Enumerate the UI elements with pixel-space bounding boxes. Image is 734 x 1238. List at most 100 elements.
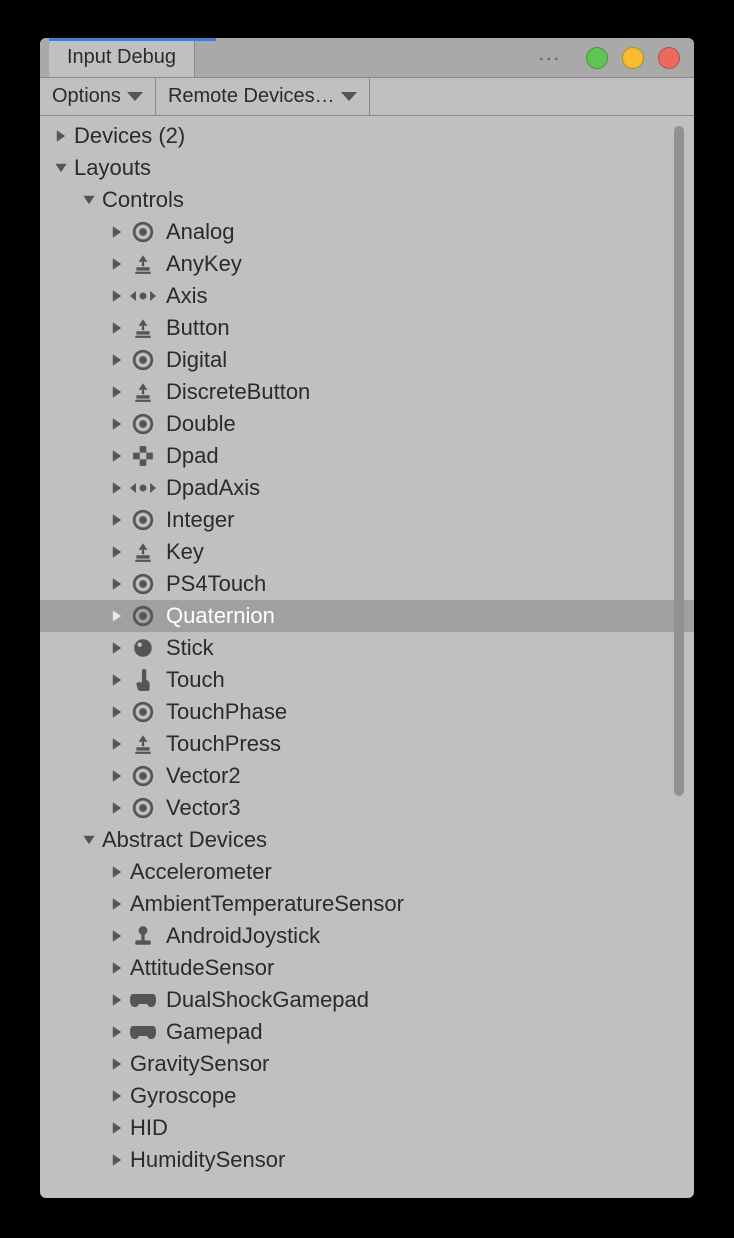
tree-item-label: Layouts	[74, 155, 151, 181]
tree-item[interactable]: GravitySensor	[40, 1048, 694, 1080]
tree-item-label: Gyroscope	[130, 1083, 236, 1109]
collapsed-arrow-icon[interactable]	[110, 801, 124, 815]
tree-item-label: TouchPhase	[166, 699, 287, 725]
kebab-menu-icon[interactable]: ⋮	[538, 48, 560, 68]
collapsed-arrow-icon[interactable]	[110, 417, 124, 431]
tree-item[interactable]: TouchPress	[40, 728, 694, 760]
tree-item-label: DiscreteButton	[166, 379, 310, 405]
collapsed-arrow-icon[interactable]	[110, 641, 124, 655]
tree-item[interactable]: AnyKey	[40, 248, 694, 280]
collapsed-arrow-icon[interactable]	[110, 449, 124, 463]
collapsed-arrow-icon[interactable]	[110, 481, 124, 495]
tree-item[interactable]: Devices (2)	[40, 120, 694, 152]
press-icon	[130, 252, 156, 276]
circle-icon	[130, 636, 156, 660]
window-tab[interactable]: Input Debug	[49, 38, 195, 77]
collapsed-arrow-icon[interactable]	[110, 289, 124, 303]
tree-item[interactable]: PS4Touch	[40, 568, 694, 600]
collapsed-arrow-icon[interactable]	[110, 929, 124, 943]
tree-item[interactable]: HID	[40, 1112, 694, 1144]
tree-item[interactable]: DiscreteButton	[40, 376, 694, 408]
options-dropdown[interactable]: Options	[40, 78, 156, 115]
tree-item[interactable]: Touch	[40, 664, 694, 696]
collapsed-arrow-icon[interactable]	[110, 385, 124, 399]
collapsed-arrow-icon[interactable]	[110, 225, 124, 239]
tree-item[interactable]: Double	[40, 408, 694, 440]
tree-item-label: Digital	[166, 347, 227, 373]
tree-item-label: Dpad	[166, 443, 219, 469]
press-icon	[130, 380, 156, 404]
tree-item[interactable]: HumiditySensor	[40, 1144, 694, 1176]
tree-item[interactable]: Dpad	[40, 440, 694, 472]
tree-item[interactable]: Vector2	[40, 760, 694, 792]
tree-item[interactable]: Stick	[40, 632, 694, 664]
collapsed-arrow-icon[interactable]	[110, 545, 124, 559]
tree-item[interactable]: DpadAxis	[40, 472, 694, 504]
tree-item[interactable]: Vector3	[40, 792, 694, 824]
collapsed-arrow-icon[interactable]	[110, 609, 124, 623]
scrollbar-thumb[interactable]	[674, 126, 684, 796]
tree-item[interactable]: Digital	[40, 344, 694, 376]
tree-item-label: Controls	[102, 187, 184, 213]
expanded-arrow-icon[interactable]	[82, 193, 96, 207]
target-icon	[130, 348, 156, 372]
tree-item-label: TouchPress	[166, 731, 281, 757]
tree-view[interactable]: Devices (2) Layouts Controls Analog AnyKey Ax…	[40, 116, 694, 1198]
tree-item-label: Stick	[166, 635, 214, 661]
tree-item[interactable]: AndroidJoystick	[40, 920, 694, 952]
collapsed-arrow-icon[interactable]	[110, 993, 124, 1007]
tree-item-label: AnyKey	[166, 251, 242, 277]
tree-item-label: PS4Touch	[166, 571, 266, 597]
tree-item[interactable]: Quaternion	[40, 600, 694, 632]
collapsed-arrow-icon[interactable]	[110, 353, 124, 367]
collapsed-arrow-icon[interactable]	[110, 577, 124, 591]
tree-item-label: Touch	[166, 667, 225, 693]
collapsed-arrow-icon[interactable]	[110, 865, 124, 879]
target-icon	[130, 604, 156, 628]
tree-item[interactable]: Abstract Devices	[40, 824, 694, 856]
tree-item[interactable]: Controls	[40, 184, 694, 216]
collapsed-arrow-icon[interactable]	[110, 1057, 124, 1071]
tree-item-label: Analog	[166, 219, 235, 245]
chevron-down-icon	[127, 92, 143, 101]
collapsed-arrow-icon[interactable]	[110, 769, 124, 783]
collapsed-arrow-icon[interactable]	[110, 705, 124, 719]
tree-item[interactable]: DualShockGamepad	[40, 984, 694, 1016]
collapsed-arrow-icon[interactable]	[110, 1025, 124, 1039]
tree-item[interactable]: Accelerometer	[40, 856, 694, 888]
tree-item-label: Accelerometer	[130, 859, 272, 885]
collapsed-arrow-icon[interactable]	[110, 673, 124, 687]
minimize-button[interactable]	[586, 47, 608, 69]
tree-item[interactable]: Layouts	[40, 152, 694, 184]
collapsed-arrow-icon[interactable]	[110, 897, 124, 911]
target-icon	[130, 764, 156, 788]
expanded-arrow-icon[interactable]	[82, 833, 96, 847]
target-icon	[130, 412, 156, 436]
tree-item[interactable]: TouchPhase	[40, 696, 694, 728]
tree-item[interactable]: Gyroscope	[40, 1080, 694, 1112]
collapsed-arrow-icon[interactable]	[54, 129, 68, 143]
expanded-arrow-icon[interactable]	[54, 161, 68, 175]
axis-icon	[130, 476, 156, 500]
collapsed-arrow-icon[interactable]	[110, 1089, 124, 1103]
collapsed-arrow-icon[interactable]	[110, 737, 124, 751]
tree-item[interactable]: Button	[40, 312, 694, 344]
collapsed-arrow-icon[interactable]	[110, 321, 124, 335]
tree-item[interactable]: Analog	[40, 216, 694, 248]
tree-item[interactable]: Integer	[40, 504, 694, 536]
collapsed-arrow-icon[interactable]	[110, 961, 124, 975]
collapsed-arrow-icon[interactable]	[110, 513, 124, 527]
maximize-button[interactable]	[622, 47, 644, 69]
tree-item[interactable]: Gamepad	[40, 1016, 694, 1048]
tree-item[interactable]: Key	[40, 536, 694, 568]
window-controls: ⋮	[538, 38, 680, 77]
close-button[interactable]	[658, 47, 680, 69]
collapsed-arrow-icon[interactable]	[110, 1121, 124, 1135]
toolbar: Options Remote Devices…	[40, 78, 694, 116]
collapsed-arrow-icon[interactable]	[110, 1153, 124, 1167]
tree-item[interactable]: AttitudeSensor	[40, 952, 694, 984]
remote-devices-dropdown[interactable]: Remote Devices…	[156, 78, 370, 115]
collapsed-arrow-icon[interactable]	[110, 257, 124, 271]
tree-item[interactable]: Axis	[40, 280, 694, 312]
tree-item[interactable]: AmbientTemperatureSensor	[40, 888, 694, 920]
